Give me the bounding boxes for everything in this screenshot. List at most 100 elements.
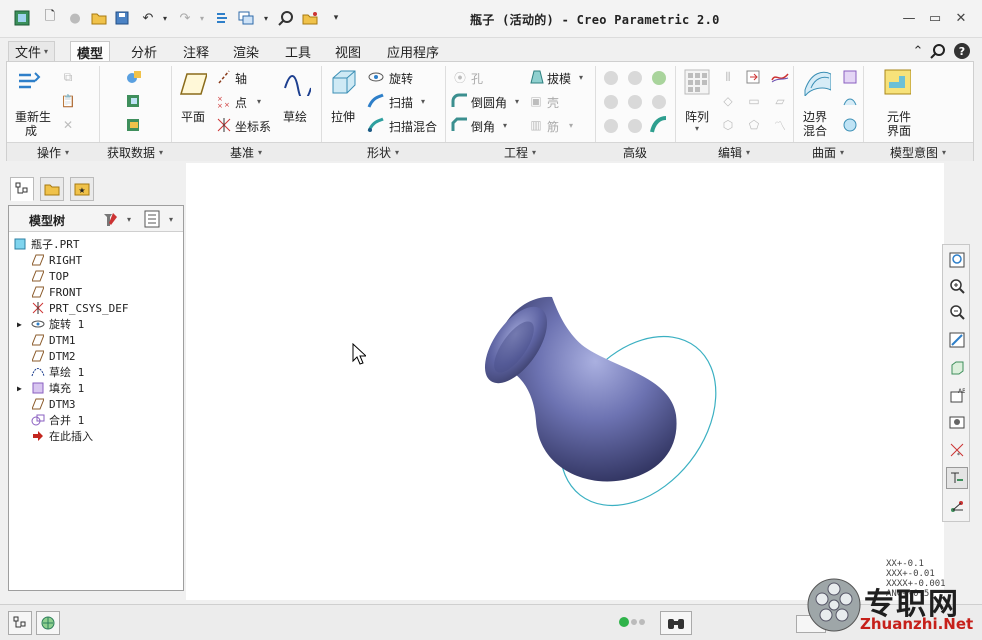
tab-analysis[interactable]: 分析	[124, 41, 164, 62]
chamfer-dropdown-icon[interactable]: ▾	[503, 121, 507, 130]
show-menu-icon[interactable]	[143, 210, 161, 228]
chamfer-icon[interactable]	[451, 116, 469, 134]
group-operations[interactable]: 操作 ▾	[7, 142, 99, 161]
solidify-icon[interactable]: 〽	[771, 116, 789, 134]
csys-icon[interactable]	[215, 116, 233, 134]
style-icon[interactable]	[841, 92, 859, 110]
project-icon[interactable]: ⬠	[745, 116, 763, 134]
component-interface-icon[interactable]	[883, 68, 911, 96]
tab-model[interactable]: 模型	[70, 41, 111, 62]
tree-node-csys[interactable]: PRT_CSYS_DEF	[31, 300, 128, 316]
rib-dropdown-icon[interactable]: ▾	[569, 121, 573, 130]
extrude-icon[interactable]	[329, 68, 357, 96]
view-manager-icon[interactable]	[946, 411, 968, 433]
folder-browser-tab[interactable]	[40, 177, 64, 201]
maximize-button[interactable]: ▭	[924, 8, 946, 28]
collapse-ribbon-icon[interactable]: ⌃	[908, 41, 928, 61]
regenerate-icon[interactable]	[212, 8, 232, 28]
tree-node-sketch[interactable]: 草绘 1	[31, 364, 84, 380]
tab-file[interactable]: 文件 ▾	[8, 41, 56, 62]
display-style-icon[interactable]	[946, 357, 968, 379]
freestyle-icon[interactable]	[841, 116, 859, 134]
tree-node-front[interactable]: FRONT	[31, 284, 82, 300]
customize-toolbar-icon[interactable]: ▾	[326, 8, 346, 28]
round-label[interactable]: 倒圆角	[471, 94, 507, 111]
group-surfaces[interactable]: 曲面 ▾	[793, 142, 863, 161]
settings-dropdown-icon[interactable]: ▾	[127, 215, 131, 224]
minimize-button[interactable]: —	[898, 8, 920, 28]
tree-node-dtm2[interactable]: DTM2	[31, 348, 76, 364]
point-dropdown-icon[interactable]: ▾	[257, 97, 261, 106]
group-get-data[interactable]: 获取数据 ▾	[99, 142, 171, 161]
group-edit[interactable]: 编辑 ▾	[675, 142, 793, 161]
hole-icon[interactable]: ⦿	[451, 68, 469, 86]
saved-orientations-icon[interactable]: AB	[946, 385, 968, 407]
pattern-dropdown-icon[interactable]: ▾	[695, 124, 699, 133]
shrinkwrap-icon[interactable]	[125, 116, 143, 134]
zoom-in-icon[interactable]	[946, 275, 968, 297]
rib-icon[interactable]: ▥	[527, 116, 545, 134]
copy-geometry-icon[interactable]	[125, 92, 143, 110]
datum-display-icon[interactable]: *	[946, 439, 968, 461]
axis-label[interactable]: 轴	[235, 70, 247, 87]
tree-node-revolve[interactable]: ▶ 旋转 1	[17, 316, 84, 332]
tree-node-merge[interactable]: 合并 1	[31, 412, 84, 428]
shell-label[interactable]: 壳	[547, 94, 559, 111]
sweep-dropdown-icon[interactable]: ▾	[421, 97, 425, 106]
undo-dropdown-icon[interactable]: ▾	[155, 8, 175, 28]
show-browser-icon[interactable]	[36, 611, 60, 635]
boundary-blend-icon[interactable]	[803, 68, 831, 96]
close-window-icon[interactable]	[300, 8, 320, 28]
plane-icon[interactable]	[179, 70, 207, 98]
tab-applications[interactable]: 应用程序	[380, 41, 446, 62]
shell-icon[interactable]: ▣	[527, 92, 545, 110]
regenerate-label-2[interactable]: 成	[25, 122, 37, 139]
revolve-label[interactable]: 旋转	[389, 70, 413, 87]
csys-label[interactable]: 坐标系	[235, 118, 271, 135]
extend-icon[interactable]: ◇	[719, 92, 737, 110]
windows-dropdown-icon[interactable]: ▾	[256, 8, 276, 28]
sketch-label[interactable]: 草绘	[283, 108, 307, 125]
pattern-icon[interactable]	[683, 68, 711, 96]
plane-label[interactable]: 平面	[181, 108, 205, 125]
tab-annotate[interactable]: 注释	[176, 41, 216, 62]
redo-dropdown-icon[interactable]: ▾	[192, 8, 212, 28]
settings-tools-icon[interactable]	[101, 210, 119, 228]
sweep-label[interactable]: 扫描	[389, 94, 413, 111]
pattern-label[interactable]: 阵列	[685, 108, 709, 125]
graphics-window[interactable]: XX+-0.1 XXX+-0.01 XXXX+-0.001 ANG+-0.5	[186, 163, 946, 600]
tree-node-dtm1[interactable]: DTM1	[31, 332, 76, 348]
open-recent-icon[interactable]: ●	[65, 8, 85, 28]
group-model-intent[interactable]: 模型意图 ▾	[863, 142, 973, 161]
group-shapes[interactable]: 形状 ▾	[321, 142, 445, 161]
point-icon[interactable]: × × ×	[215, 92, 233, 110]
open-folder-icon[interactable]	[89, 8, 109, 28]
axis-icon[interactable]	[215, 68, 233, 86]
point-label[interactable]: 点	[235, 94, 247, 111]
swept-blend-label[interactable]: 扫描混合	[389, 118, 437, 135]
fill-icon[interactable]	[841, 68, 859, 86]
rib-label[interactable]: 筋	[547, 118, 559, 135]
revolve-icon[interactable]	[367, 68, 385, 86]
trim-icon[interactable]: ▭	[745, 92, 763, 110]
expand-arrow-icon[interactable]: ▶	[17, 320, 31, 329]
round-dropdown-icon[interactable]: ▾	[515, 97, 519, 106]
find-icon[interactable]	[276, 8, 296, 28]
extrude-label[interactable]: 拉伸	[331, 108, 355, 125]
close-button[interactable]: ✕	[950, 8, 972, 28]
merge-icon[interactable]	[745, 68, 763, 86]
regenerate-big-icon[interactable]	[15, 68, 43, 96]
group-engineering[interactable]: 工程 ▾	[445, 142, 595, 161]
search-icon[interactable]	[928, 41, 948, 61]
tab-tools[interactable]: 工具	[278, 41, 318, 62]
find-binoculars-icon[interactable]	[660, 611, 692, 635]
tab-render[interactable]: 渲染	[226, 41, 266, 62]
delete-icon[interactable]: ✕	[59, 116, 77, 134]
refit-icon[interactable]	[946, 249, 968, 271]
annotation-display-icon[interactable]	[946, 467, 968, 489]
user-defined-feature-icon[interactable]	[125, 68, 143, 86]
windows-icon[interactable]	[236, 8, 256, 28]
tree-node-dtm3[interactable]: DTM3	[31, 396, 76, 412]
swept-blend-icon[interactable]	[367, 116, 385, 134]
favorites-tab[interactable]: ★	[70, 177, 94, 201]
